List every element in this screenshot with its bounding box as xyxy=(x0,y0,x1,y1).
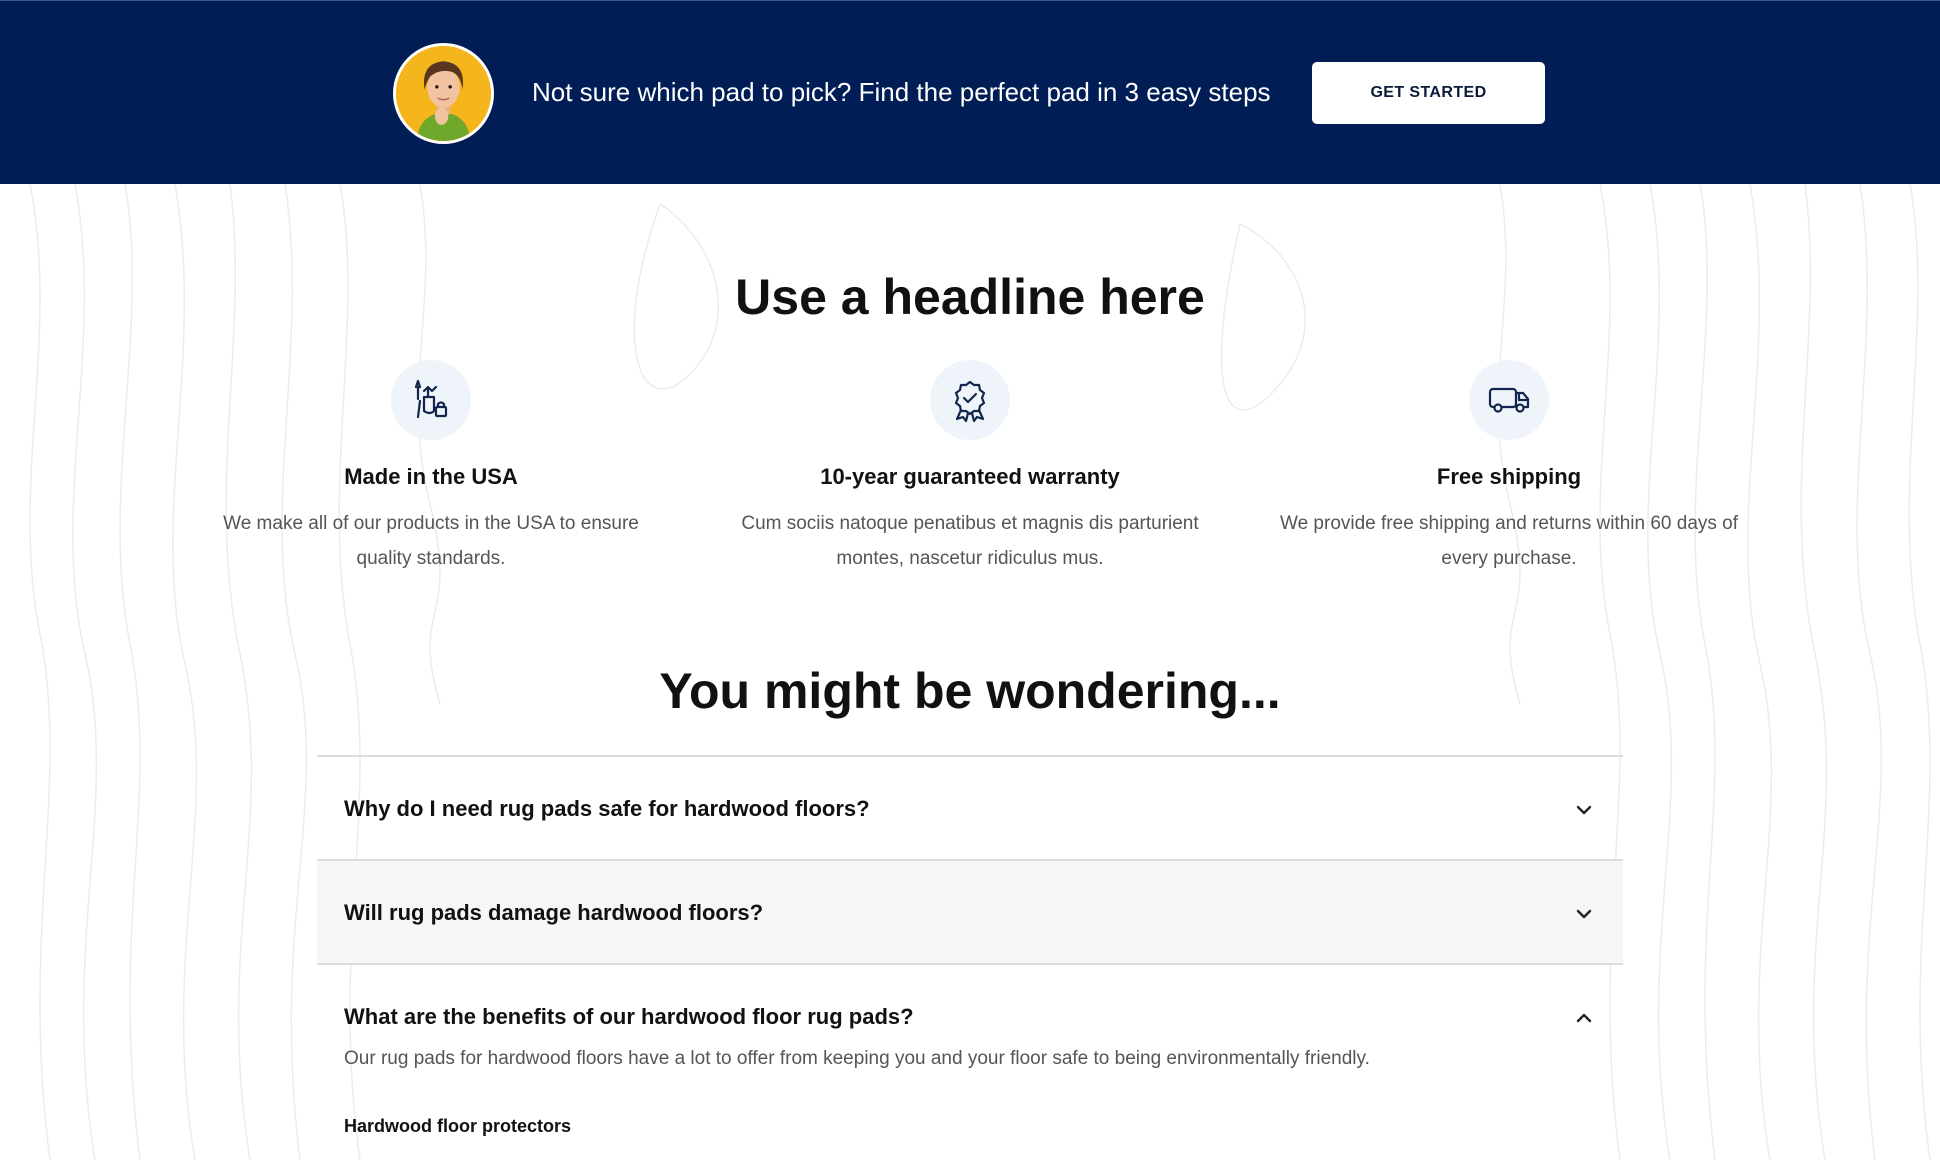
get-started-button[interactable]: GET STARTED xyxy=(1312,62,1545,124)
faq-answer: Our rug pads for hardwood floors have a … xyxy=(344,1048,1370,1069)
avatar xyxy=(393,43,494,144)
chevron-down-icon[interactable] xyxy=(1573,799,1595,821)
feature-icon-circle xyxy=(930,360,1010,440)
shipping-truck-icon xyxy=(1488,387,1530,413)
feature-description: Cum sociis natoque penatibus et magnis d… xyxy=(720,506,1220,576)
faq-item[interactable]: Will rug pads damage hardwood floors? xyxy=(317,861,1623,965)
promo-banner: Not sure which pad to pick? Find the per… xyxy=(0,0,1940,184)
made-in-usa-icon xyxy=(414,379,448,419)
faq-title: You might be wondering... xyxy=(659,663,1281,719)
feature-title: 10-year guaranteed warranty xyxy=(820,464,1120,489)
feature-description-line: We make all of our products in the USA t… xyxy=(223,513,639,534)
feature-icon-circle xyxy=(391,360,471,440)
feature-title: Free shipping xyxy=(1436,464,1582,489)
feature-description-line: every purchase. xyxy=(1441,548,1577,569)
chevron-down-icon[interactable] xyxy=(1573,903,1595,925)
feature-title: Made in the USA xyxy=(344,464,518,489)
faq-question[interactable]: What are the benefits of our hardwood fl… xyxy=(344,965,1650,1030)
feature-icon-circle xyxy=(1469,360,1549,440)
feature-warranty: 10-year guaranteed warranty Cum sociis n… xyxy=(720,360,1220,576)
warranty-badge-icon xyxy=(954,380,986,423)
feature-description-line: montes, nascetur ridiculus mus. xyxy=(836,548,1104,569)
page-headline: Use a headline here xyxy=(735,269,1205,325)
faq-accordion: Why do I need rug pads safe for hardwood… xyxy=(317,755,1623,1137)
faq-item[interactable]: Why do I need rug pads safe for hardwood… xyxy=(317,757,1623,861)
feature-description: We make all of our products in the USA t… xyxy=(181,506,681,576)
feature-free-shipping: Free shipping We provide free shipping a… xyxy=(1259,360,1759,576)
chevron-up-icon[interactable] xyxy=(1573,1007,1595,1029)
feature-made-in-usa: Made in the USA We make all of our produ… xyxy=(181,360,681,576)
banner-text: Not sure which pad to pick? Find the per… xyxy=(532,77,1271,107)
feature-description-line: quality standards. xyxy=(356,548,506,569)
faq-question[interactable]: Why do I need rug pads safe for hardwood… xyxy=(344,796,870,822)
faq-item-expanded[interactable]: What are the benefits of our hardwood fl… xyxy=(317,965,1623,1137)
faq-answer-subheading: Hardwood floor protectors xyxy=(344,1116,572,1136)
faq-question[interactable]: Will rug pads damage hardwood floors? xyxy=(344,900,763,926)
feature-description-line: We provide free shipping and returns wit… xyxy=(1279,513,1739,534)
feature-description: We provide free shipping and returns wit… xyxy=(1259,506,1759,576)
feature-description-line: Cum sociis natoque penatibus et magnis d… xyxy=(741,513,1199,534)
